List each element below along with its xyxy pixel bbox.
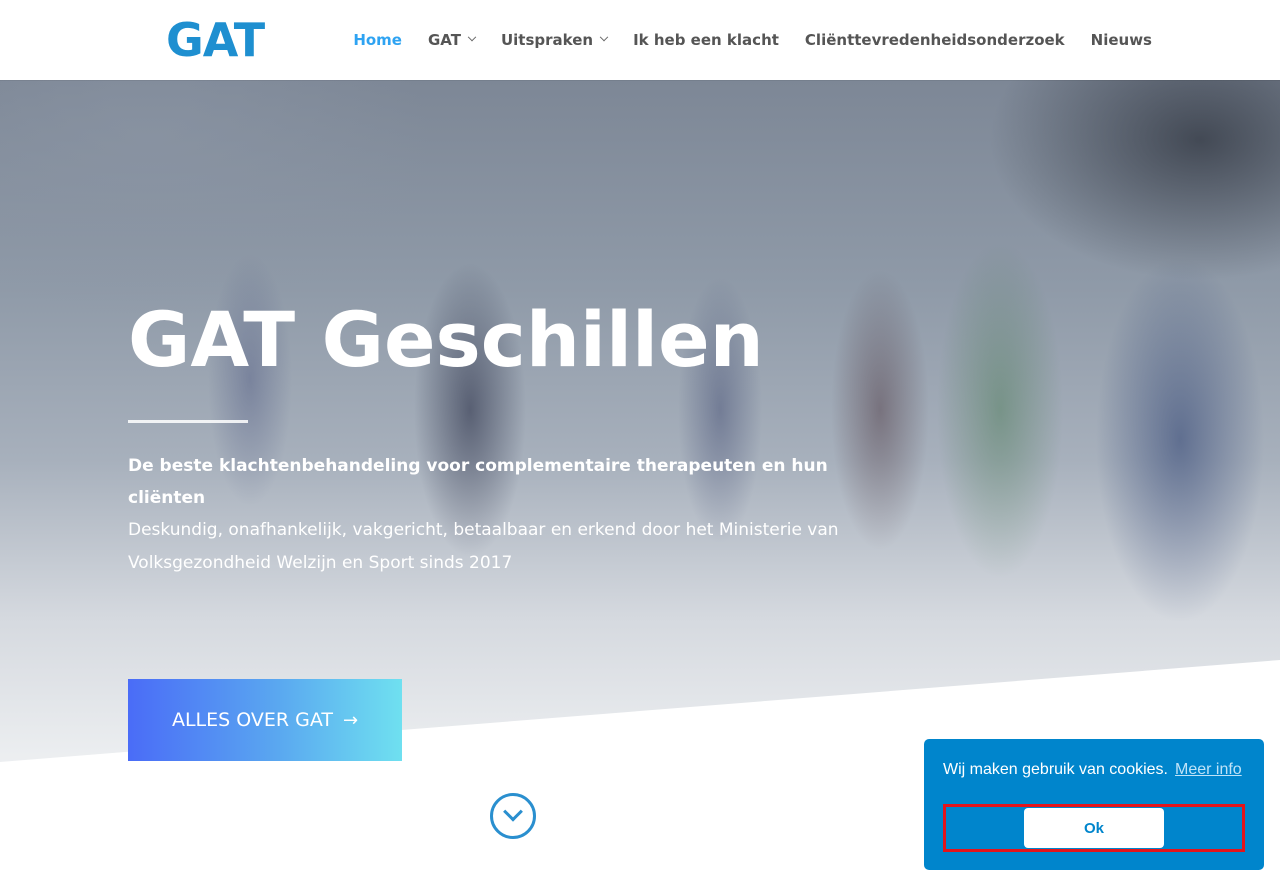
nav-item-home[interactable]: Home (353, 31, 402, 49)
nav-label: Cliënttevredenheidsonderzoek (804, 31, 1065, 49)
hero-title: GAT Geschillen (128, 295, 764, 384)
scroll-down-button[interactable] (490, 793, 536, 839)
nav-item-nieuws[interactable]: Nieuws (1091, 31, 1152, 49)
hero-section: GAT Geschillen De beste klachtenbehandel… (0, 80, 1280, 770)
chevron-down-icon (503, 801, 523, 822)
cta-label: ALLES OVER GAT (171, 709, 333, 731)
nav-item-clienttevredenheid[interactable]: Cliënttevredenheidsonderzoek (805, 31, 1065, 49)
hero-divider (128, 420, 248, 423)
nav-label: Ik heb een klacht (633, 31, 779, 49)
nav-label: Uitspraken (500, 31, 594, 49)
alles-over-gat-button[interactable]: ALLES OVER GAT → (128, 679, 402, 761)
cookie-banner: Wij maken gebruik van cookies. Meer info… (924, 739, 1264, 870)
cookie-ok-button[interactable]: Ok (1024, 808, 1164, 848)
nav-label: Home (353, 31, 402, 49)
nav-label: Nieuws (1090, 31, 1152, 49)
gat-logo[interactable]: GAT (166, 14, 265, 66)
chevron-down-icon (599, 32, 609, 42)
arrow-right-icon: → (342, 709, 359, 731)
hero-lead: De beste klachtenbehandeling voor comple… (128, 456, 828, 508)
cookie-more-info-link[interactable]: Meer info (1175, 761, 1242, 779)
cookie-message: Wij maken gebruik van cookies. (943, 761, 1168, 778)
nav-label: GAT (427, 31, 461, 49)
nav-item-uitspraken[interactable]: Uitspraken (500, 31, 609, 49)
nav-item-klacht[interactable]: Ik heb een klacht (633, 31, 779, 49)
hero-subtitle: Deskundig, onafhankelijk, vakgericht, be… (128, 520, 839, 573)
site-header: GAT Home GAT Uitspraken Ik heb een klach… (0, 0, 1280, 80)
nav-item-gat[interactable]: GAT (427, 31, 477, 49)
chevron-down-icon (467, 32, 477, 42)
main-nav: Home GAT Uitspraken Ik heb een klacht Cl… (353, 0, 1152, 80)
